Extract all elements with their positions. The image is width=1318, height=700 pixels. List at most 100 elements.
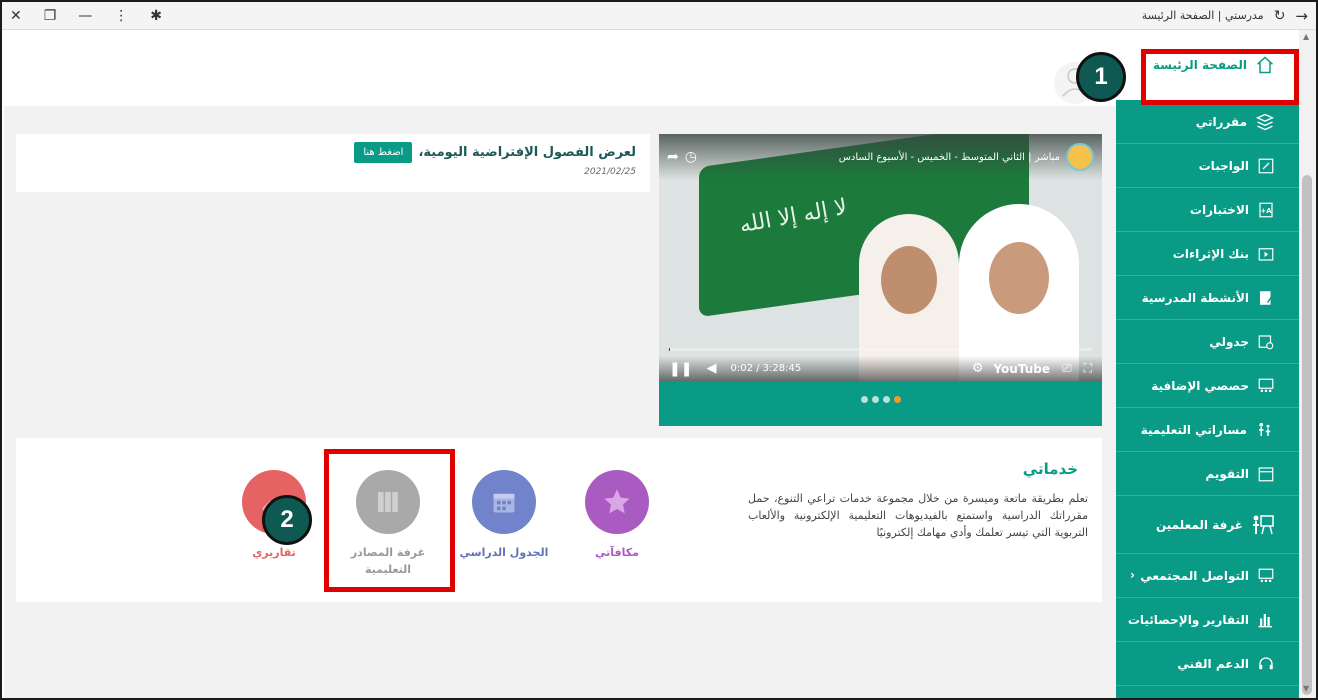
screenshot-frame: ✕ ❐ — ⋮ ✱ → ↻ مدرستي | الصفحة الرئيسة لع… — [0, 0, 1318, 700]
headset-icon — [1259, 656, 1273, 669]
step-badge-2: 2 — [262, 495, 312, 545]
share-icon[interactable]: ➦ — [667, 149, 679, 165]
tab-title: مدرستي | الصفحة الرئيسة — [1141, 9, 1264, 22]
reports-icon — [1258, 613, 1272, 627]
scrollbar[interactable]: ▲ ▼ — [1299, 30, 1316, 698]
settings-icon[interactable]: ⚙ — [972, 361, 984, 376]
restore-icon[interactable]: ❐ — [44, 9, 57, 23]
scrollbar-thumb[interactable] — [1302, 175, 1312, 695]
sidebar-item-label: الدعم الفني — [1177, 656, 1249, 671]
service-label: مكافآتي — [595, 546, 639, 559]
sidebar-item-community[interactable]: التواصل المجتمعي ‹ — [1116, 554, 1299, 598]
sidebar-item-label: بنك الإثراءات — [1172, 246, 1249, 261]
sidebar-item-courses[interactable]: مقرراتي — [1116, 100, 1299, 144]
sidebar-item-homework[interactable]: الواجبات — [1116, 144, 1299, 188]
sidebar-item-label: حصصي الإضافية — [1151, 378, 1249, 393]
minimize-icon[interactable]: — — [78, 9, 92, 23]
video-time: 0:02 / 3:28:45 — [730, 363, 802, 374]
reload-icon[interactable]: ↻ — [1274, 8, 1286, 24]
calendar-clock-icon — [1258, 334, 1274, 349]
carousel-dot-active[interactable] — [893, 396, 901, 403]
sidebar-item-enrichment-bank[interactable]: بنك الإثراءات — [1116, 232, 1299, 276]
video-player[interactable]: لا إله إلا الله مباشر | الثاني المتوسط -… — [659, 134, 1102, 381]
sidebar-item-label: التقارير والإحصائيات — [1127, 612, 1249, 627]
video-controls: ❚❚ ◀ 0:02 / 3:28:45 ⚙ YouTube ⎚ ⛶ — [659, 356, 1102, 381]
sidebar-item-my-schedule[interactable]: جدولي — [1116, 320, 1299, 364]
service-label: الجدول الدراسي — [459, 546, 549, 559]
community-icon — [1258, 568, 1274, 582]
star-icon — [604, 489, 630, 514]
sidebar-item-label: الواجبات — [1198, 158, 1249, 173]
back-arrow-icon[interactable]: → — [1295, 7, 1308, 25]
sidebar-item-label: غرفة المعلمين — [1155, 517, 1243, 532]
calendar-icon — [493, 493, 515, 513]
services-description: تعلم بطريقة ماتعة وميسرة من خلال مجموعة … — [748, 492, 1088, 539]
sidebar-item-label: الأنشطة المدرسية — [1141, 290, 1249, 305]
scroll-down-icon[interactable]: ▼ — [1303, 684, 1309, 693]
fullscreen-icon[interactable]: ⛶ — [1084, 361, 1092, 376]
calendar-icon — [1258, 466, 1274, 481]
face-image — [881, 246, 937, 314]
news-card: لعرض الفصول الإفتراضية اليومية، اضغط هنا… — [16, 134, 650, 192]
carousel-dots — [659, 396, 1102, 403]
edit-icon — [1258, 158, 1274, 173]
sidebar-nav: الصفحة الرئيسة مقرراتي الواجبات A+ الاخت… — [1116, 30, 1299, 698]
carousel-dot[interactable] — [860, 396, 868, 403]
services-panel: خدماتي تعلم بطريقة ماتعة وميسرة من خلال … — [16, 438, 1102, 602]
sidebar-item-learning-paths[interactable]: مساراتي التعليمية — [1116, 408, 1299, 452]
watch-later-icon[interactable]: ◷ — [685, 149, 697, 165]
carousel-dot[interactable] — [871, 396, 879, 403]
exam-icon: A+ — [1259, 202, 1273, 217]
service-rewards[interactable]: مكافآتي — [567, 470, 667, 561]
window-controls: ✕ ❐ — ⋮ ✱ — [10, 9, 162, 23]
sidebar-item-extra-classes[interactable]: حصصي الإضافية — [1116, 364, 1299, 408]
volume-icon[interactable]: ◀ — [706, 361, 716, 376]
cast-icon[interactable]: ⎚ — [1062, 361, 1072, 376]
classes-icon — [1258, 378, 1274, 392]
chevron-left-icon[interactable]: ‹ — [1130, 568, 1135, 582]
service-schedule[interactable]: الجدول الدراسي — [454, 470, 554, 561]
sidebar-item-label: مقرراتي — [1195, 114, 1247, 129]
video-title-bar: مباشر | الثاني المتوسط - الخميس - الأسبو… — [659, 134, 1102, 180]
carousel-dot[interactable] — [882, 396, 890, 403]
paths-icon — [1259, 422, 1271, 436]
sidebar-item-label: التقويم — [1205, 466, 1249, 481]
close-icon[interactable]: ✕ — [10, 9, 22, 23]
news-date: 2021/02/25 — [584, 167, 636, 177]
menu-dots-icon[interactable]: ⋮ — [114, 9, 128, 23]
service-label: تقاريري — [252, 546, 296, 559]
channel-avatar[interactable] — [1066, 143, 1094, 171]
video-progress-bar[interactable] — [669, 348, 1092, 351]
sidebar-item-calendar[interactable]: التقويم — [1116, 452, 1299, 496]
sidebar-item-teachers-room[interactable]: غرفة المعلمين — [1116, 496, 1299, 554]
browser-titlebar: ✕ ❐ — ⋮ ✱ → ↻ مدرستي | الصفحة الرئيسة — [2, 2, 1316, 30]
sidebar-item-reports[interactable]: التقارير والإحصائيات — [1116, 598, 1299, 642]
face-image — [989, 242, 1049, 314]
teachers-room-icon — [1253, 514, 1274, 534]
pause-icon[interactable]: ❚❚ — [669, 361, 692, 377]
video-icon — [1258, 247, 1274, 261]
sidebar-item-label: مساراتي التعليمية — [1140, 422, 1247, 437]
sidebar-item-support[interactable]: الدعم الفني — [1116, 642, 1299, 686]
browser-nav: → ↻ مدرستي | الصفحة الرئيسة — [1142, 7, 1308, 25]
sidebar-item-label: جدولي — [1209, 334, 1249, 349]
step-badge-1: 1 — [1076, 52, 1126, 102]
click-here-button[interactable]: اضغط هنا — [354, 142, 413, 163]
schedule-circle — [472, 470, 536, 534]
top-header — [4, 30, 1116, 106]
sidebar-item-label: التواصل المجتمعي — [1140, 568, 1249, 583]
video-card: لا إله إلا الله مباشر | الثاني المتوسط -… — [659, 134, 1102, 426]
svg-text:A+: A+ — [1261, 207, 1273, 215]
scroll-up-icon[interactable]: ▲ — [1303, 32, 1309, 41]
news-text: لعرض الفصول الإفتراضية اليومية، — [418, 145, 636, 160]
youtube-logo[interactable]: YouTube — [993, 362, 1050, 376]
sidebar-item-label: الاختبارات — [1189, 202, 1249, 217]
video-title[interactable]: مباشر | الثاني المتوسط - الخميس - الأسبو… — [839, 152, 1060, 163]
services-title: خدماتي — [1022, 460, 1078, 478]
extensions-icon[interactable]: ✱ — [150, 9, 162, 23]
books-icon — [1255, 113, 1275, 130]
activity-icon — [1260, 290, 1274, 305]
highlight-box-resources — [324, 449, 455, 592]
sidebar-item-school-activities[interactable]: الأنشطة المدرسية — [1116, 276, 1299, 320]
sidebar-item-exams[interactable]: A+ الاختبارات — [1116, 188, 1299, 232]
